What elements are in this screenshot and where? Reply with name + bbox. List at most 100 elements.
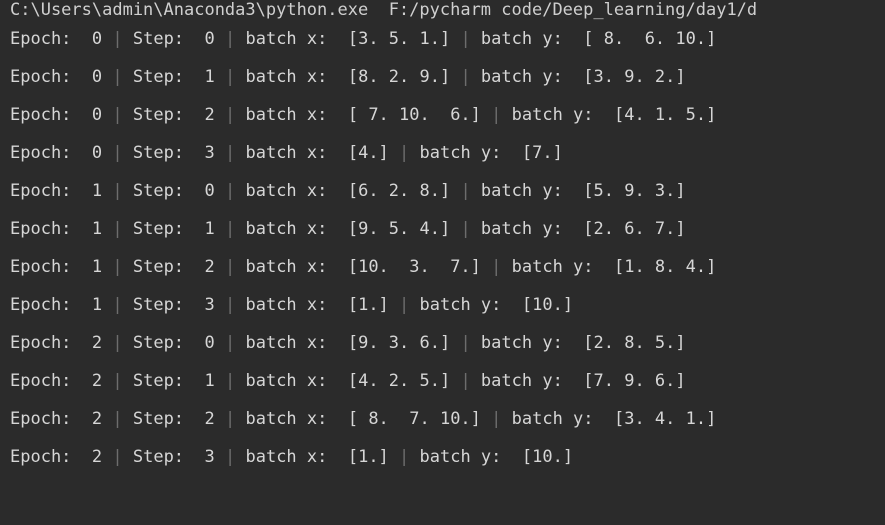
batch-x-value: [1.] — [337, 295, 389, 315]
batch-y-label: batch y: — [511, 105, 604, 125]
console-log-row: Epoch: 1 | Step: 3 | batch x: [1.] | bat… — [0, 286, 885, 324]
step-value: 3 — [194, 143, 215, 163]
epoch-label: Epoch: — [10, 333, 82, 353]
batch-y-value: [1. 8. 4.] — [603, 257, 717, 277]
field-separator: | — [214, 181, 246, 201]
epoch-value: 0 — [81, 143, 103, 163]
batch-x-label: batch x: — [245, 181, 338, 201]
step-label: Step: — [132, 257, 195, 277]
batch-x-value: [10. 3. 7.] — [337, 257, 481, 277]
console-log-row: Epoch: 2 | Step: 3 | batch x: [1.] | bat… — [0, 438, 885, 476]
field-separator: | — [214, 143, 246, 163]
batch-x-label: batch x: — [245, 409, 338, 429]
field-separator: | — [450, 67, 481, 87]
console-log-row: Epoch: 0 | Step: 3 | batch x: [4.] | bat… — [0, 134, 885, 172]
field-separator: | — [450, 219, 481, 239]
batch-y-value: [4. 1. 5.] — [603, 105, 717, 125]
batch-y-value: [7.] — [511, 143, 563, 163]
batch-x-value: [4.] — [337, 143, 389, 163]
batch-y-label: batch y: — [480, 333, 574, 353]
field-separator: | — [214, 371, 246, 391]
step-value: 2 — [194, 105, 215, 125]
batch-x-label: batch x: — [245, 219, 338, 239]
step-label: Step: — [132, 447, 195, 467]
step-value: 1 — [194, 219, 215, 239]
epoch-value: 1 — [81, 219, 103, 239]
console-log-row: Epoch: 2 | Step: 1 | batch x: [4. 2. 5.]… — [0, 362, 885, 400]
field-separator: | — [102, 295, 133, 315]
epoch-label: Epoch: — [10, 143, 82, 163]
batch-x-label: batch x: — [245, 143, 338, 163]
field-separator: | — [214, 105, 246, 125]
batch-y-label: batch y: — [511, 257, 604, 277]
field-separator: | — [102, 29, 133, 49]
epoch-label: Epoch: — [10, 181, 82, 201]
epoch-value: 2 — [81, 409, 103, 429]
batch-x-label: batch x: — [245, 29, 338, 49]
batch-y-label: batch y: — [480, 29, 574, 49]
field-separator: | — [388, 295, 420, 315]
step-label: Step: — [132, 219, 195, 239]
batch-y-value: [3. 4. 1.] — [603, 409, 717, 429]
field-separator: | — [102, 409, 133, 429]
console-log-row: Epoch: 0 | Step: 1 | batch x: [8. 2. 9.]… — [0, 58, 885, 96]
batch-y-label: batch y: — [511, 409, 604, 429]
step-label: Step: — [132, 371, 195, 391]
batch-y-value: [2. 8. 5.] — [573, 333, 686, 353]
epoch-value: 2 — [81, 333, 103, 353]
epoch-value: 2 — [81, 447, 103, 467]
epoch-value: 1 — [81, 257, 103, 277]
field-separator: | — [450, 371, 481, 391]
batch-y-value: [5. 9. 3.] — [573, 181, 686, 201]
field-separator: | — [214, 67, 246, 87]
batch-y-label: batch y: — [480, 181, 574, 201]
field-separator: | — [102, 371, 133, 391]
field-separator: | — [214, 295, 246, 315]
console-log-rows: Epoch: 0 | Step: 0 | batch x: [3. 5. 1.]… — [0, 20, 885, 476]
batch-x-label: batch x: — [245, 105, 338, 125]
field-separator: | — [102, 143, 133, 163]
field-separator: | — [450, 181, 481, 201]
batch-x-value: [8. 2. 9.] — [337, 67, 451, 87]
console-log-row: Epoch: 2 | Step: 0 | batch x: [9. 3. 6.]… — [0, 324, 885, 362]
epoch-label: Epoch: — [10, 219, 82, 239]
batch-x-value: [ 7. 10. 6.] — [337, 105, 481, 125]
epoch-value: 1 — [81, 181, 103, 201]
batch-x-value: [3. 5. 1.] — [337, 29, 451, 49]
step-value: 2 — [194, 257, 215, 277]
epoch-label: Epoch: — [10, 29, 82, 49]
field-separator: | — [450, 29, 481, 49]
field-separator: | — [102, 333, 133, 353]
console-log-row: Epoch: 1 | Step: 1 | batch x: [9. 5. 4.]… — [0, 210, 885, 248]
field-separator: | — [214, 29, 246, 49]
step-value: 0 — [194, 333, 215, 353]
field-separator: | — [480, 257, 512, 277]
field-separator: | — [214, 447, 246, 467]
step-label: Step: — [132, 29, 195, 49]
epoch-label: Epoch: — [10, 371, 82, 391]
step-label: Step: — [132, 67, 195, 87]
batch-y-label: batch y: — [419, 143, 512, 163]
batch-y-value: [7. 9. 6.] — [573, 371, 686, 391]
step-label: Step: — [132, 143, 195, 163]
batch-x-value: [6. 2. 8.] — [337, 181, 451, 201]
console-output-panel[interactable]: C:\Users\admin\Anaconda3\python.exe F:/p… — [0, 0, 885, 525]
field-separator: | — [102, 67, 133, 87]
batch-x-value: [4. 2. 5.] — [337, 371, 451, 391]
epoch-value: 1 — [81, 295, 103, 315]
epoch-label: Epoch: — [10, 257, 82, 277]
batch-x-label: batch x: — [245, 447, 338, 467]
epoch-label: Epoch: — [10, 67, 82, 87]
batch-x-value: [9. 5. 4.] — [337, 219, 451, 239]
batch-x-label: batch x: — [245, 67, 338, 87]
step-value: 0 — [194, 29, 215, 49]
field-separator: | — [102, 181, 133, 201]
batch-y-value: [2. 6. 7.] — [573, 219, 686, 239]
step-value: 0 — [194, 181, 215, 201]
batch-x-label: batch x: — [245, 333, 338, 353]
batch-y-label: batch y: — [419, 447, 512, 467]
epoch-label: Epoch: — [10, 447, 82, 467]
batch-y-value: [3. 9. 2.] — [573, 67, 686, 87]
field-separator: | — [102, 219, 133, 239]
batch-y-label: batch y: — [480, 219, 574, 239]
